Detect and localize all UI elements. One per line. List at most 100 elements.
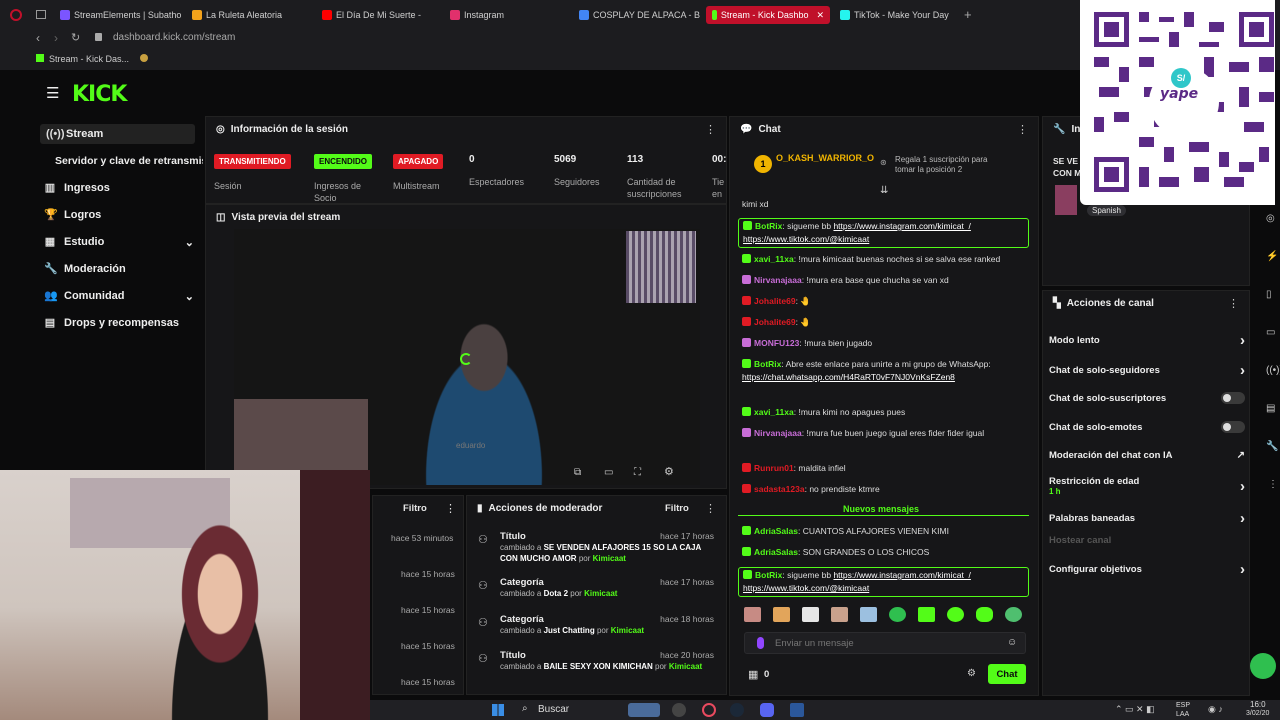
new-tab-icon[interactable]: +: [964, 7, 972, 22]
taskbar-app-icon[interactable]: [702, 703, 716, 717]
points-icon[interactable]: ▦: [748, 668, 758, 681]
sidebar-item-moderacion[interactable]: 🔧 Moderación: [44, 263, 126, 275]
emoji-icon[interactable]: ☺: [1007, 637, 1017, 648]
url-text[interactable]: dashboard.kick.com/stream: [113, 32, 235, 43]
chevron-right-icon[interactable]: ›: [1240, 332, 1245, 349]
bookmark-extension-icon[interactable]: [140, 54, 148, 62]
support-chat-icon[interactable]: [1250, 653, 1276, 679]
toolbar-icon[interactable]: ⋮: [1268, 479, 1278, 490]
filter-button[interactable]: Filtro: [665, 503, 689, 514]
chat-username[interactable]: xavi_11xa: [754, 407, 794, 417]
sidebar-item-ingresos[interactable]: ▥ Ingresos: [44, 182, 110, 194]
chat-username[interactable]: MONFU123: [754, 338, 799, 348]
chat-message[interactable]: MONFU123: !mura bien jugado: [742, 337, 1032, 350]
mod-action-user[interactable]: Kimicaat: [669, 662, 702, 671]
external-link-icon[interactable]: ↗: [1237, 450, 1245, 461]
browser-icon[interactable]: [10, 9, 22, 21]
emote-icon[interactable]: [831, 607, 848, 622]
keyboard-lang[interactable]: ESP LAA: [1176, 701, 1198, 719]
chat-message[interactable]: kimi xd: [742, 198, 1032, 211]
clock-date[interactable]: 3/02/20: [1246, 710, 1269, 717]
menu-icon[interactable]: ☰: [46, 84, 59, 102]
toolbar-icon[interactable]: ▤: [1266, 403, 1275, 414]
more-options-icon[interactable]: ⋮: [445, 502, 456, 515]
toolbar-icon[interactable]: ▯: [1266, 289, 1272, 300]
chat-username[interactable]: Johalite69: [754, 317, 796, 327]
chat-username[interactable]: BotRix: [755, 221, 782, 231]
new-messages-divider[interactable]: Nuevos mensajes: [738, 504, 1029, 516]
channel-action-row[interactable]: Chat de solo-suscriptores: [1049, 392, 1245, 404]
channel-action-row[interactable]: Modo lento ›: [1049, 332, 1245, 349]
mod-action-row[interactable]: ⚇ Categoría hace 18 horas cambiado a Just C…: [478, 614, 718, 636]
browser-tab[interactable]: La Ruleta Aleatoria: [192, 6, 282, 24]
stream-video[interactable]: eduardo ⧉ ▭ ⛶ ⚙: [234, 229, 700, 485]
chat-message[interactable]: xavi_11xa: !mura kimi no apagues pues: [742, 406, 1032, 419]
chevron-right-icon[interactable]: ›: [1240, 561, 1245, 578]
close-tab-icon[interactable]: ✕: [816, 10, 824, 21]
more-options-icon[interactable]: ⋮: [1017, 123, 1028, 136]
sidebar-item-logros[interactable]: 🏆 Logros: [44, 209, 101, 221]
fullscreen-icon[interactable]: ⛶: [634, 467, 641, 478]
sidebar-item-stream[interactable]: ((•)) Stream: [40, 124, 195, 144]
taskbar-search-label[interactable]: Buscar: [538, 704, 569, 715]
chat-username[interactable]: Runrun01: [754, 463, 794, 473]
channel-action-row[interactable]: Moderación del chat con IA ↗: [1049, 450, 1245, 461]
browser-tab[interactable]: StreamElements | Subatho: [60, 6, 181, 24]
toolbar-icon[interactable]: 🔧: [1266, 441, 1278, 452]
tab-list-icon[interactable]: [36, 10, 46, 19]
chat-send-button[interactable]: Chat: [988, 664, 1026, 684]
taskbar-app-icon[interactable]: [628, 703, 660, 717]
mod-action-user[interactable]: Kimicaat: [584, 589, 617, 598]
discord-icon[interactable]: [760, 703, 774, 717]
mod-action-row[interactable]: ⚇ Categoría hace 17 horas cambiado a Dota 2…: [478, 577, 718, 599]
chat-message[interactable]: Nirvanajaaa: !mura fue buen juego igual …: [742, 427, 1032, 440]
chat-message[interactable]: BotRix: sigueme bb https://www.instagram…: [738, 567, 1029, 597]
channel-action-row[interactable]: Palabras baneadas ›: [1049, 510, 1245, 527]
emote-icon[interactable]: [889, 607, 906, 622]
chat-message[interactable]: Nirvanajaaa: !mura era base que chucha s…: [742, 274, 1032, 287]
toolbar-icon[interactable]: ▭: [1266, 327, 1275, 338]
sidebar-item-estudio[interactable]: ▦ Estudio ⌄: [44, 236, 194, 249]
chat-username[interactable]: Nirvanajaaa: [754, 275, 802, 285]
tray-icons[interactable]: ⌃ ▭ ✕ ◧: [1115, 704, 1155, 715]
chat-settings-icon[interactable]: ⚙: [967, 668, 976, 679]
chat-username[interactable]: Johalite69: [754, 296, 796, 306]
emote-icon[interactable]: [1005, 607, 1022, 622]
emote-icon[interactable]: [802, 607, 819, 622]
chat-username[interactable]: xavi_11xa: [754, 254, 794, 264]
chevron-right-icon[interactable]: ›: [1240, 510, 1245, 527]
chat-message[interactable]: AdriaSalas: SON GRANDES O LOS CHICOS: [742, 546, 1032, 559]
emote-icon[interactable]: [744, 607, 761, 622]
sidebar-item-drops[interactable]: ▤ Drops y recompensas: [44, 317, 179, 329]
chat-username[interactable]: sadasta123a: [754, 484, 805, 494]
chat-message[interactable]: Johalite69: 🤚: [742, 316, 1032, 329]
chat-message[interactable]: BotRix: Abre este enlace para unirte a m…: [742, 358, 1032, 384]
chevron-right-icon[interactable]: ›: [1240, 362, 1245, 379]
chat-message[interactable]: Runrun01: maldita infiel: [742, 462, 1032, 475]
emote-icon[interactable]: [976, 607, 993, 622]
channel-action-row[interactable]: Chat de solo-seguidores ›: [1049, 362, 1245, 379]
taskbar-app-icon[interactable]: [672, 703, 686, 717]
more-options-icon[interactable]: ⋮: [705, 123, 716, 136]
toolbar-icon[interactable]: ⚡: [1266, 251, 1278, 262]
word-icon[interactable]: [790, 703, 804, 717]
channel-action-row[interactable]: Chat de solo-emotes: [1049, 421, 1245, 433]
taskbar-search-icon[interactable]: ⌕: [522, 703, 528, 714]
chat-username[interactable]: AdriaSalas: [754, 526, 798, 536]
channel-action-row[interactable]: Configurar objetivos ›: [1049, 561, 1245, 578]
toggle-switch[interactable]: [1221, 392, 1245, 404]
browser-tab[interactable]: COSPLAY DE ALPACA - B: [579, 6, 700, 24]
settings-icon[interactable]: ⚙: [664, 465, 674, 478]
mod-action-user[interactable]: Kimicaat: [593, 554, 626, 563]
theater-icon[interactable]: ▭: [604, 467, 613, 478]
chat-message[interactable]: BotRix: sigueme bb https://www.instagram…: [738, 218, 1029, 248]
emote-icon[interactable]: [773, 607, 790, 622]
emote-icon[interactable]: [860, 607, 877, 622]
scroll-down-icon[interactable]: ⇊: [880, 185, 888, 196]
browser-tab[interactable]: Instagram: [450, 6, 504, 24]
chat-username[interactable]: Nirvanajaaa: [754, 428, 802, 438]
chat-message[interactable]: sadasta123a: no prendiste ktmre: [742, 483, 1032, 496]
chat-username[interactable]: BotRix: [754, 359, 781, 369]
browser-tab[interactable]: TikTok - Make Your Day: [840, 6, 949, 24]
pip-icon[interactable]: ⧉: [574, 467, 581, 478]
